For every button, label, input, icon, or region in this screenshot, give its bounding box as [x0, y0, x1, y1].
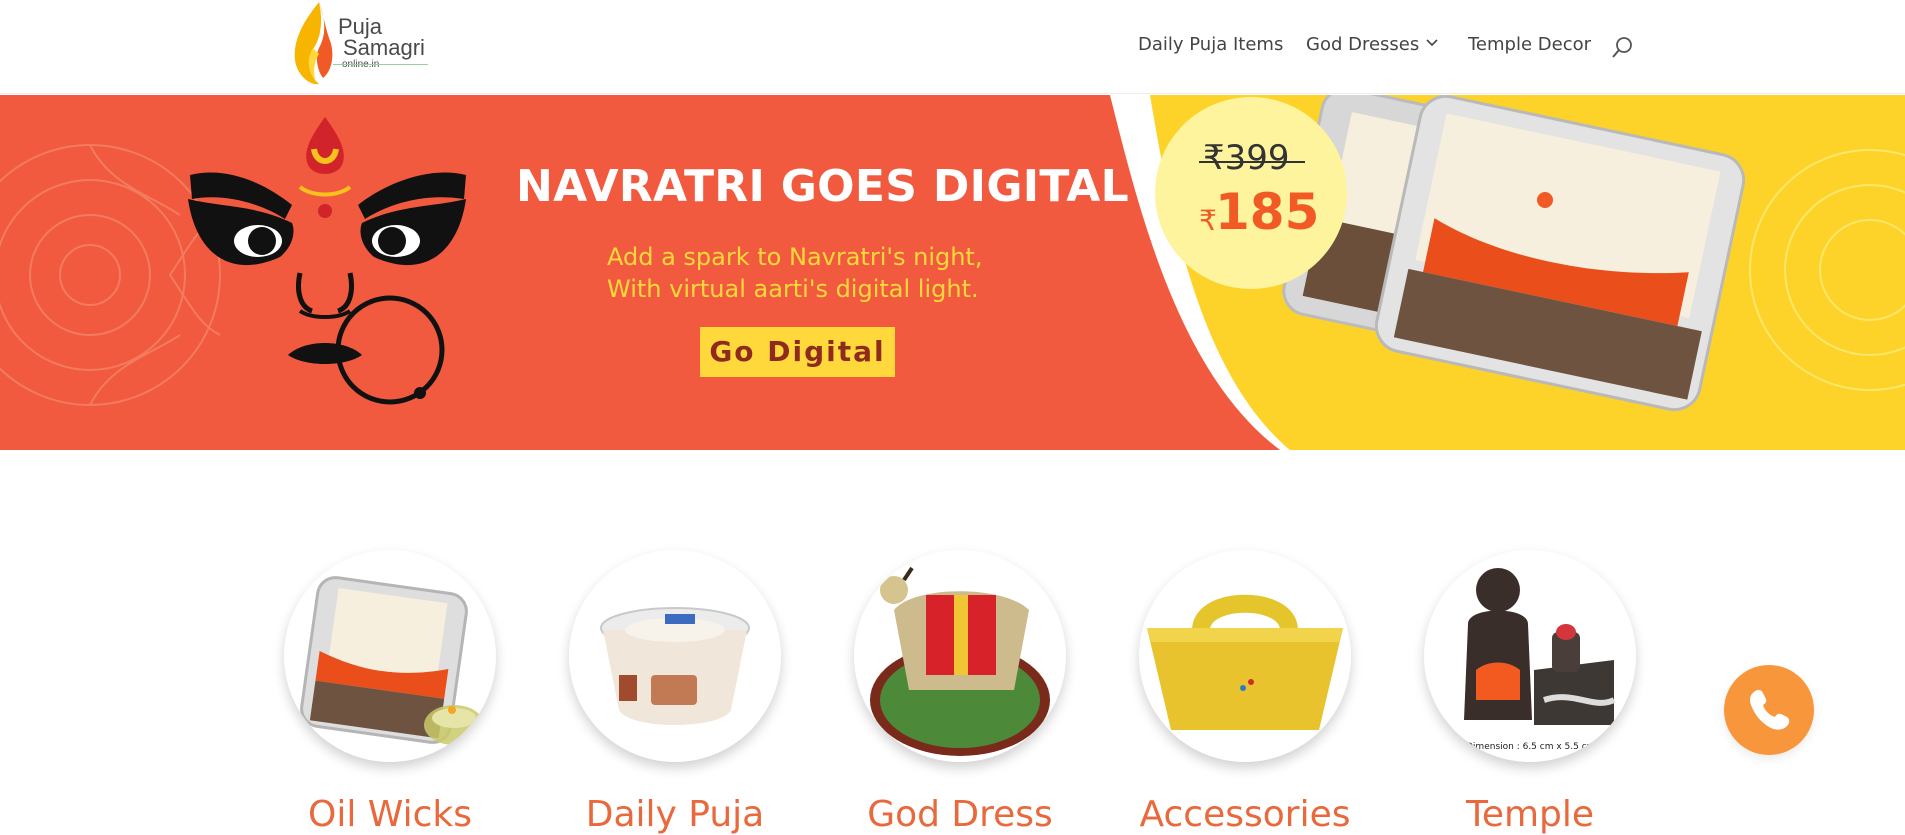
category-label[interactable]: Temple	[1384, 794, 1676, 835]
banner-subtitle: Add a spark to Navratri's night, With vi…	[607, 241, 1007, 305]
flame-logo-icon	[294, 2, 333, 85]
gift-bag-image	[1147, 594, 1343, 730]
price-badge: ₹399 ₹ 185	[1155, 97, 1347, 289]
logo-text-online: online.in	[342, 60, 379, 70]
banner-subtitle-line1: Add a spark to Navratri's night,	[607, 243, 983, 271]
nav-god-dresses[interactable]: God Dresses	[1306, 34, 1438, 55]
category-label[interactable]: Oil Wicks	[244, 794, 536, 835]
navratri-banner[interactable]: NAVRATRI GOES DIGITAL Add a spark to Nav…	[0, 95, 1905, 450]
category-label[interactable]: God Dress	[814, 794, 1106, 835]
search-button[interactable]	[1611, 35, 1635, 59]
new-price: 185	[1215, 183, 1320, 241]
logo-underline	[333, 64, 428, 65]
category-daily-puja-image[interactable]	[569, 550, 781, 762]
old-price: ₹399	[1203, 138, 1290, 178]
site-logo[interactable]: Puja Samagri online.in	[293, 0, 443, 88]
category-accessories[interactable]: Accessories	[1139, 550, 1351, 835]
category-label[interactable]: Daily Puja	[529, 794, 821, 835]
category-god-dress[interactable]: God Dress	[854, 550, 1066, 835]
banner-subtitle-line2: With virtual aarti's digital light.	[607, 275, 979, 303]
god-dress-image	[870, 566, 1050, 756]
buddha-fountain-image	[1464, 568, 1616, 725]
category-temple-image[interactable]: Dimension : 6.5 cm x 5.5 cm	[1424, 550, 1636, 762]
nav-god-dresses-label: God Dresses	[1306, 34, 1420, 55]
category-label[interactable]: Accessories	[1099, 794, 1391, 835]
category-temple[interactable]: Dimension : 6.5 cm x 5.5 cm Temple	[1424, 550, 1636, 835]
banner-title: NAVRATRI GOES DIGITAL	[516, 161, 1129, 212]
call-button[interactable]	[1724, 665, 1814, 755]
search-icon	[1612, 37, 1632, 58]
oil-wick-box-image	[300, 576, 484, 745]
go-digital-button[interactable]: Go Digital	[700, 327, 895, 377]
dimension-caption: Dimension : 6.5 cm x 5.5 cm	[1466, 742, 1596, 752]
phone-icon	[1750, 689, 1790, 730]
nav-daily-puja-items[interactable]: Daily Puja Items	[1138, 34, 1283, 55]
site-header: Puja Samagri online.in Daily Puja Items …	[0, 0, 1905, 94]
nav-temple-decor[interactable]: Temple Decor	[1468, 34, 1591, 55]
category-oil-wicks-image[interactable]	[284, 550, 496, 762]
category-daily-puja[interactable]: Daily Puja	[569, 550, 781, 835]
logo-text-samagri: Samagri	[343, 35, 425, 60]
category-accessories-image[interactable]	[1139, 550, 1351, 762]
price-strikethrough	[1199, 161, 1305, 163]
chevron-down-icon	[1426, 39, 1438, 47]
puja-tub-image	[600, 607, 750, 725]
category-god-dress-image[interactable]	[854, 550, 1066, 762]
category-oil-wicks[interactable]: Oil Wicks	[284, 550, 496, 835]
